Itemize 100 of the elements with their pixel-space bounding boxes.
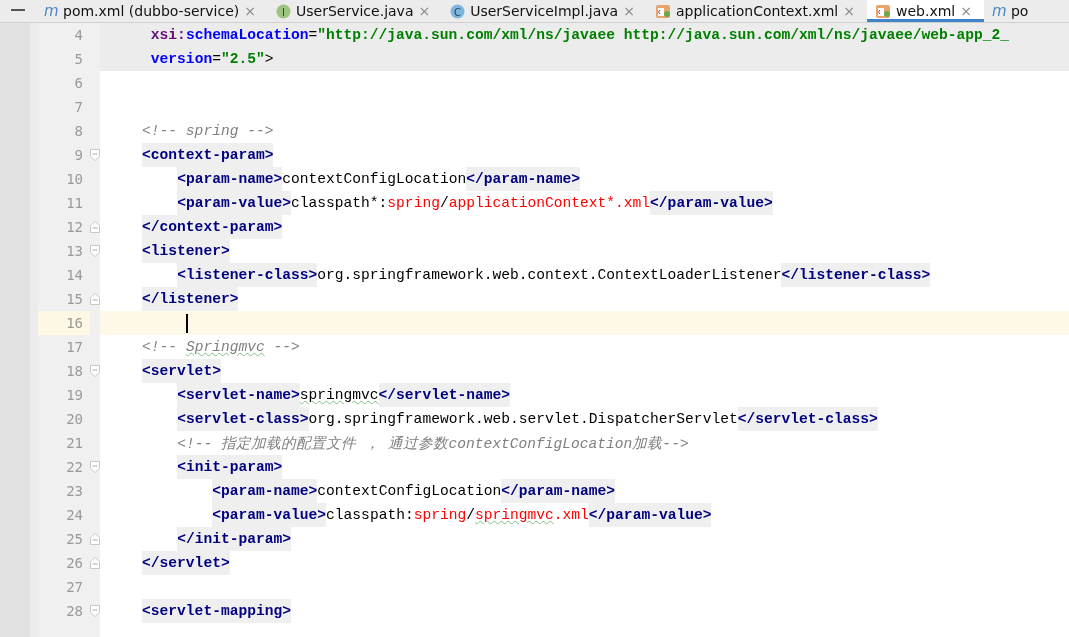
line-number: 11	[65, 194, 84, 213]
path-text: .xml	[553, 507, 589, 523]
unfold-icon[interactable]	[90, 557, 100, 569]
line-number: 22	[65, 458, 84, 477]
editor-tab[interactable]: m pom.xml (dubbo-service) ×	[36, 0, 269, 22]
line-number: 16	[38, 311, 90, 335]
line-number: 14	[65, 266, 84, 285]
menu-icon[interactable]	[11, 8, 25, 14]
unfold-icon[interactable]	[90, 533, 100, 545]
editor-tab[interactable]: m po	[983, 0, 1041, 22]
line-number: 8	[73, 122, 84, 141]
unfold-icon[interactable]	[90, 293, 100, 305]
attribute-name: schemaLocation	[185, 27, 309, 43]
path-text: applicationContext*.xml	[448, 195, 651, 211]
code-text: classpath*:	[291, 195, 388, 211]
code-comment: -->	[272, 339, 300, 355]
xml-tag: <param-value>	[177, 191, 291, 215]
fold-icon[interactable]	[90, 149, 100, 161]
path-text: spring	[387, 195, 440, 211]
line-number: 23	[65, 482, 84, 501]
line-number: 18	[65, 362, 84, 381]
close-icon[interactable]: ×	[960, 3, 972, 19]
code-text: springmvc	[299, 387, 379, 403]
code-text: classpath:	[326, 507, 414, 523]
line-number: 4	[73, 26, 84, 45]
interface-icon: I	[276, 3, 292, 19]
editor-tab[interactable]: C UserServiceImpl.java ×	[442, 0, 647, 22]
line-number: 25	[65, 530, 84, 549]
attribute-value: "http://java.sun.com/xml/ns/javaee http://java.sun.com/xml/ns/javaee/web-app_2_	[317, 27, 1010, 43]
line-number: 20	[65, 410, 84, 429]
xml-tag: <context-param>	[142, 143, 274, 167]
code-text: >	[264, 51, 274, 67]
editor-tab[interactable]: applicationContext.xml ×	[646, 0, 867, 22]
fold-icon[interactable]	[90, 365, 100, 377]
xml-tag: </param-name>	[501, 479, 616, 503]
xml-tag: <servlet>	[142, 359, 221, 383]
code-comment: Springmvc	[185, 339, 265, 355]
path-text: spring	[413, 507, 467, 523]
code-comment: <!--	[142, 339, 179, 355]
line-number: 15	[65, 290, 84, 309]
xml-tag: </listener>	[142, 287, 239, 311]
xml-tag: </servlet-class>	[737, 407, 878, 431]
line-number: 10	[65, 170, 84, 189]
xml-tag: </param-name>	[466, 167, 581, 191]
xml-tag: </servlet-name>	[378, 383, 510, 407]
code-comment: <!-- spring -->	[142, 123, 274, 139]
code-text: =	[308, 27, 318, 43]
attribute-value: "2.5"	[220, 51, 265, 67]
line-number: 6	[73, 74, 84, 93]
xml-tag: <listener>	[142, 239, 230, 263]
xml-tag: <param-name>	[212, 479, 318, 503]
tab-label: UserServiceImpl.java	[470, 3, 619, 19]
line-number: 5	[73, 50, 84, 69]
editor-tab[interactable]: I UserService.java ×	[268, 0, 443, 22]
code-text: org.springframework.web.context.ContextLoaderListener	[317, 267, 782, 283]
fold-icon[interactable]	[90, 245, 100, 257]
text-cursor	[185, 313, 188, 333]
xml-tag: </servlet>	[142, 551, 230, 575]
code-comment: <!-- 指定加载的配置文件 ， 通过参数contextConfigLocation加载-->	[177, 434, 689, 453]
line-number: 13	[65, 242, 84, 261]
xml-file-icon	[654, 3, 671, 19]
line-number: 26	[65, 554, 84, 573]
editor-tab[interactable]: web.xml ×	[867, 0, 984, 22]
maven-icon: m	[44, 4, 58, 18]
line-number: 9	[73, 146, 84, 165]
code-text: =	[212, 51, 221, 67]
xml-tag: <init-param>	[177, 455, 283, 479]
code-text: contextConfigLocation	[317, 483, 502, 499]
xml-tag: </listener-class>	[781, 263, 931, 287]
line-number: 24	[65, 506, 84, 525]
unfold-icon[interactable]	[90, 221, 100, 233]
path-text: springmvc	[475, 507, 554, 523]
tab-label: applicationContext.xml	[675, 3, 839, 19]
code-text: /	[439, 195, 449, 211]
tab-label: web.xml	[896, 3, 956, 19]
xml-tag: <servlet-name>	[177, 383, 300, 407]
xml-tag: </param-value>	[588, 503, 712, 527]
class-icon: C	[450, 3, 466, 19]
xml-file-icon	[875, 3, 891, 19]
line-number: 27	[65, 578, 84, 597]
line-number: 7	[73, 98, 84, 117]
code-text: org.springframework.web.servlet.DispatcherServlet	[308, 411, 738, 427]
fold-icon[interactable]	[90, 605, 100, 617]
line-number: 19	[65, 386, 84, 405]
xml-tag: <param-value>	[212, 503, 327, 527]
tab-label: pom.xml (dubbo-service)	[63, 3, 240, 19]
xml-tag: </init-param>	[177, 527, 291, 551]
code-text: contextConfigLocation	[282, 171, 467, 187]
line-number: 21	[65, 434, 84, 453]
line-number: 28	[65, 602, 84, 621]
code-text: /	[466, 507, 475, 523]
xml-tag: </context-param>	[142, 215, 283, 239]
xml-tag: </param-value>	[650, 191, 773, 215]
xml-tag: <servlet-mapping>	[142, 599, 291, 623]
xml-tag: <param-name>	[177, 167, 283, 191]
fold-icon[interactable]	[90, 461, 100, 473]
namespace-prefix: xsi:	[150, 27, 186, 43]
maven-icon: m	[991, 4, 1006, 18]
line-number: 17	[65, 338, 84, 357]
attribute-name: version	[150, 51, 213, 67]
